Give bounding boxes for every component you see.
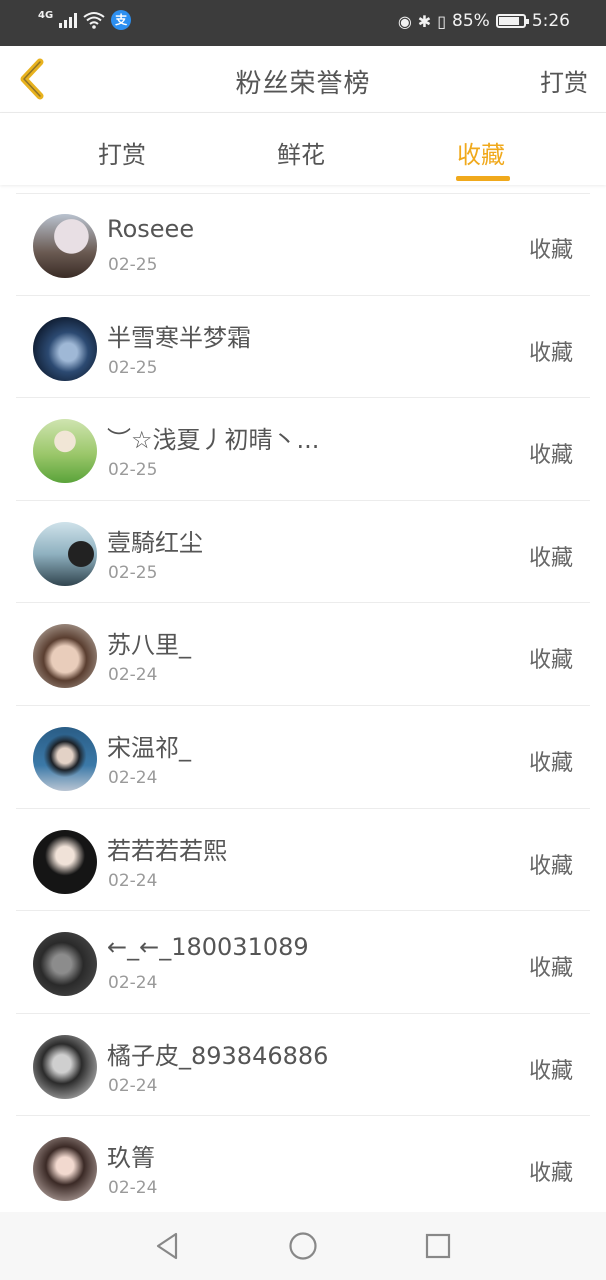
fan-action-type: 收藏 — [528, 648, 573, 674]
fan-date: 02-24 — [108, 973, 158, 994]
home-circle-icon[interactable] — [287, 1230, 319, 1262]
tab-reward[interactable]: 打赏 — [98, 135, 146, 170]
fan-date: 02-24 — [108, 665, 158, 686]
clock: 5:26 — [531, 11, 570, 31]
fan-name: 橘子皮_893846886 — [107, 1041, 329, 1070]
page-title: 粉丝荣誉榜 — [235, 69, 371, 99]
network-type: 4G — [38, 9, 54, 21]
fan-action-type: 收藏 — [528, 340, 573, 366]
avatar — [33, 932, 97, 997]
fan-date: 02-25 — [108, 357, 158, 378]
fan-action-type: 收藏 — [528, 1058, 573, 1084]
fan-date: 02-24 — [108, 1075, 158, 1096]
avatar — [33, 316, 97, 381]
vibrate-icon: ▯ — [437, 11, 447, 31]
fan-list: Roseee 02-25 收藏 半雪寒半梦霜 02-25 收藏 ︶☆浅夏丿初晴丶… — [16, 193, 590, 1219]
list-item[interactable]: 壹騎红尘 02-25 收藏 — [16, 501, 590, 604]
list-item[interactable]: ︶☆浅夏丿初晴丶... 02-25 收藏 — [16, 398, 590, 501]
fan-date: 02-24 — [108, 870, 158, 891]
avatar — [33, 624, 97, 689]
avatar — [33, 521, 97, 586]
list-item[interactable]: 半雪寒半梦霜 02-25 收藏 — [16, 296, 590, 399]
bluetooth-icon: ✱ — [417, 11, 432, 31]
avatar — [33, 214, 97, 278]
fan-action-type: 收藏 — [528, 956, 573, 982]
fan-action-type: 收藏 — [528, 545, 573, 571]
fan-name: Roseee — [107, 215, 195, 243]
list-item[interactable]: 若若若若熙 02-24 收藏 — [16, 809, 590, 912]
avatar — [33, 829, 97, 894]
list-item[interactable]: ←_←_180031089 02-24 收藏 — [16, 911, 590, 1014]
fan-name: 苏八里_ — [107, 631, 191, 660]
battery-percent: 85% — [452, 11, 490, 31]
fan-date: 02-25 — [108, 255, 158, 275]
status-left: 4G 支 — [38, 9, 132, 30]
fan-action-type: 收藏 — [528, 750, 573, 776]
alipay-icon: 支 — [111, 10, 132, 30]
fan-date: 02-24 — [108, 1178, 158, 1199]
eye-icon: ◉ — [397, 11, 412, 31]
list-item[interactable]: Roseee 02-25 收藏 — [16, 193, 590, 296]
fan-date: 02-25 — [108, 562, 158, 583]
fan-name: 半雪寒半梦霜 — [107, 323, 251, 352]
battery-icon — [495, 14, 529, 28]
back-triangle-icon[interactable] — [152, 1230, 184, 1262]
fan-action-type: 收藏 — [528, 1161, 573, 1187]
avatar — [33, 1034, 97, 1099]
fan-name: 宋温祁_ — [107, 733, 191, 762]
list-item[interactable]: 橘子皮_893846886 02-24 收藏 — [16, 1014, 590, 1117]
active-tab-indicator — [456, 176, 510, 181]
fan-action-type: 收藏 — [528, 443, 573, 469]
avatar — [33, 419, 97, 484]
reward-button[interactable]: 打赏 — [540, 63, 588, 98]
list-item[interactable]: 苏八里_ 02-24 收藏 — [16, 603, 590, 706]
fan-name: 玖箐 — [107, 1144, 155, 1173]
fan-action-type: 收藏 — [528, 853, 573, 879]
fan-name: ︶☆浅夏丿初晴丶... — [107, 426, 320, 455]
fan-date: 02-24 — [108, 767, 158, 788]
fan-action-type: 收藏 — [528, 238, 573, 263]
tab-bar: 打赏 鲜花 收藏 — [0, 113, 606, 185]
fan-name: 壹騎红尘 — [107, 528, 203, 557]
battery-level — [498, 17, 519, 25]
fan-date: 02-25 — [108, 460, 158, 481]
tab-favorites[interactable]: 收藏 — [457, 135, 505, 170]
recents-square-icon[interactable] — [422, 1230, 454, 1262]
avatar — [33, 726, 97, 791]
tab-flowers[interactable]: 鲜花 — [277, 135, 325, 170]
signal-icon — [59, 12, 78, 28]
wifi-icon — [83, 12, 105, 29]
status-right: ◉ ✱ ▯ 85% 5:26 — [398, 11, 570, 31]
app-header: 粉丝荣誉榜 打赏 — [0, 46, 606, 113]
list-item[interactable]: 宋温祁_ 02-24 收藏 — [16, 706, 590, 809]
avatar — [33, 1137, 97, 1202]
fan-name: 若若若若熙 — [107, 836, 227, 865]
status-bar: 4G 支 ◉ ✱ ▯ 85% 5:26 — [0, 0, 606, 46]
system-nav-bar — [0, 1212, 606, 1280]
list-item[interactable]: 玖箐 02-24 收藏 — [16, 1116, 590, 1219]
fan-name: ←_←_180031089 — [107, 933, 309, 962]
